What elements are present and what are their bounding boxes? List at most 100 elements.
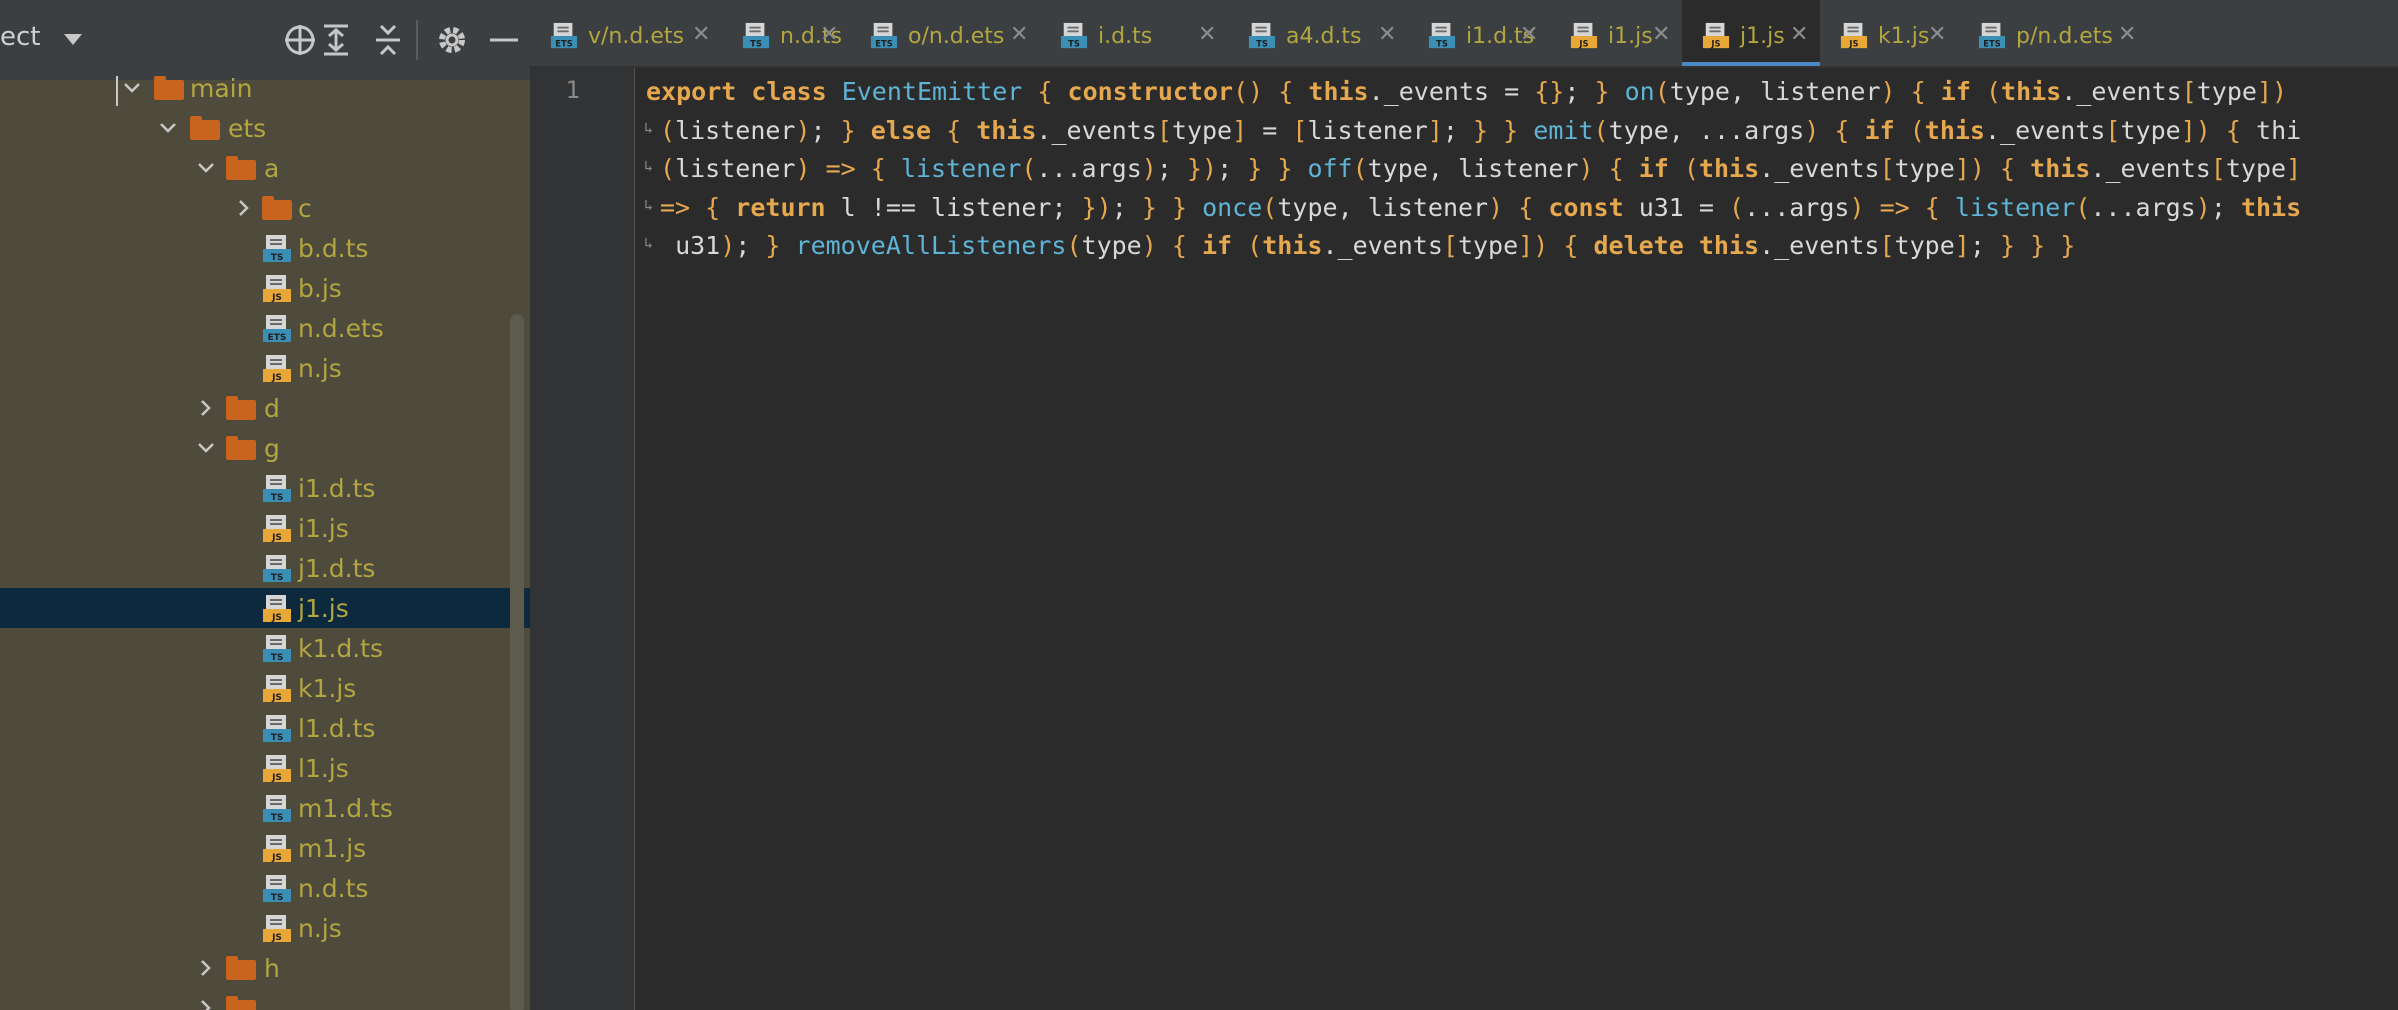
tab-i1.js[interactable]: JS i1.js ✕	[1550, 0, 1682, 66]
svg-text:TS: TS	[271, 653, 284, 663]
tree-item-label: j1.js	[298, 594, 349, 623]
tree-folder-ets[interactable]: ets	[0, 108, 530, 148]
close-icon[interactable]: ✕	[1378, 22, 1396, 47]
close-icon[interactable]: ✕	[820, 22, 838, 47]
code-line: => { return l !== listener; }); } } once…	[660, 192, 2302, 222]
tab-label: v/n.d.ets	[588, 24, 684, 49]
soft-wrap-icon: ↳	[644, 195, 654, 214]
tree-item-label: k1.d.ts	[298, 634, 383, 663]
js-file-icon: JS	[262, 914, 292, 944]
ts-file-icon: TS	[262, 554, 292, 584]
close-icon[interactable]: ✕	[1520, 22, 1538, 47]
tree-file-b.js[interactable]: JS b.js	[0, 268, 530, 308]
chevron-right-icon[interactable]	[196, 998, 216, 1010]
js-file-icon: JS	[262, 674, 292, 704]
svg-text:JS: JS	[271, 533, 282, 543]
tree-item-label: i1.js	[298, 514, 349, 543]
tree-folder-c[interactable]: c	[0, 188, 530, 228]
tree-folder-item[interactable]	[0, 988, 530, 1010]
js-file-icon: JS	[262, 354, 292, 384]
tree-file-l1.d.ts[interactable]: TS l1.d.ts	[0, 708, 530, 748]
js-file-icon: JS	[262, 594, 292, 624]
tree-item-label: ets	[228, 114, 267, 143]
collapse-all-icon[interactable]	[370, 22, 406, 58]
chevron-down-icon[interactable]	[158, 118, 178, 138]
tree-file-j1.d.ts[interactable]: TS j1.d.ts	[0, 548, 530, 588]
code-editor[interactable]: export class EventEmitter { constructor(…	[644, 72, 2398, 372]
tab-n.d.ts[interactable]: TS n.d.ts ✕	[722, 0, 850, 66]
tab-i1.d.ts[interactable]: TS i1.d.ts ✕	[1408, 0, 1550, 66]
tree-scrollbar[interactable]	[510, 314, 524, 1010]
svg-text:JS: JS	[271, 853, 282, 863]
ts-file-icon: TS	[262, 794, 292, 824]
close-icon[interactable]: ✕	[1928, 22, 1946, 47]
tab-v/n.d.ets[interactable]: ETS v/n.d.ets ✕	[530, 0, 722, 66]
header-divider	[416, 20, 418, 60]
project-view-selector[interactable]: ect	[0, 22, 41, 52]
tab-o/n.d.ets[interactable]: ETS o/n.d.ets ✕	[850, 0, 1040, 66]
tree-file-b.d.ts[interactable]: TS b.d.ts	[0, 228, 530, 268]
close-icon[interactable]: ✕	[1652, 22, 1670, 47]
tab-i.d.ts[interactable]: TS i.d.ts ✕	[1040, 0, 1228, 66]
tree-folder-d[interactable]: d	[0, 388, 530, 428]
tree-folder-g[interactable]: g	[0, 428, 530, 468]
chevron-down-icon[interactable]	[196, 438, 216, 458]
ts-file-icon: TS	[1248, 22, 1276, 50]
chevron-down-icon[interactable]	[64, 34, 82, 45]
tree-file-m1.js[interactable]: JS m1.js	[0, 828, 530, 868]
tab-k1.js[interactable]: JS k1.js ✕	[1820, 0, 1958, 66]
tree-folder-h[interactable]: h	[0, 948, 530, 988]
ets-file-icon: ETS	[870, 22, 898, 50]
tree-file-k1.js[interactable]: JS k1.js	[0, 668, 530, 708]
minimize-icon[interactable]	[486, 22, 522, 58]
tree-item-label: h	[264, 954, 280, 983]
tree-file-n.d.ets[interactable]: ETS n.d.ets	[0, 308, 530, 348]
gear-icon[interactable]	[434, 22, 470, 58]
expand-all-icon[interactable]	[318, 22, 354, 58]
svg-text:TS: TS	[271, 733, 284, 743]
tree-file-n.js[interactable]: JS n.js	[0, 348, 530, 388]
tree-item-label: m1.js	[298, 834, 367, 863]
tree-file-k1.d.ts[interactable]: TS k1.d.ts	[0, 628, 530, 668]
folder-icon	[226, 996, 256, 1010]
js-file-icon: JS	[262, 754, 292, 784]
code-line: (listener) => { listener(...args); }); }…	[660, 154, 2302, 183]
tree-file-i1.d.ts[interactable]: TS i1.d.ts	[0, 468, 530, 508]
tree-item-label: j1.d.ts	[298, 554, 376, 583]
tab-label: a4.d.ts	[1286, 24, 1362, 49]
chevron-down-icon[interactable]	[122, 78, 142, 98]
chevron-right-icon[interactable]	[234, 198, 254, 218]
svg-text:TS: TS	[271, 813, 284, 823]
close-icon[interactable]: ✕	[2118, 22, 2136, 47]
close-icon[interactable]: ✕	[692, 22, 710, 47]
chevron-down-icon[interactable]	[196, 158, 216, 178]
tree-item-label: a	[264, 154, 280, 183]
tab-label: i1.js	[1608, 24, 1653, 49]
line-gutter: 1	[530, 68, 635, 1010]
tab-a4.d.ts[interactable]: TS a4.d.ts ✕	[1228, 0, 1408, 66]
tree-file-j1.js[interactable]: JS j1.js	[0, 588, 530, 628]
tab-label: p/n.d.ets	[2016, 24, 2113, 49]
tab-j1.js[interactable]: JS j1.js ✕	[1682, 0, 1820, 66]
tree-file-i1.js[interactable]: JS i1.js	[0, 508, 530, 548]
tree-item-label: k1.js	[298, 674, 357, 703]
folder-icon	[226, 156, 256, 180]
tree-file-n.d.ts[interactable]: TS n.d.ts	[0, 868, 530, 908]
svg-text:TS: TS	[1256, 38, 1268, 48]
tree-file-l1.js[interactable]: JS l1.js	[0, 748, 530, 788]
crosshair-icon[interactable]	[282, 22, 318, 58]
tree-file-n.js[interactable]: JS n.js	[0, 908, 530, 948]
tree-file-m1.d.ts[interactable]: TS m1.d.ts	[0, 788, 530, 828]
close-icon[interactable]: ✕	[1010, 22, 1028, 47]
svg-text:TS: TS	[271, 493, 284, 503]
code-line: export class EventEmitter { constructor(…	[646, 77, 2288, 106]
editor-area: ETS v/n.d.ets ✕ TS n.d.ts ✕ ETS o/n.d.ets ✕ TS i.d…	[530, 0, 2398, 1010]
ts-file-icon: TS	[262, 474, 292, 504]
tree-folder-main[interactable]: main	[0, 68, 530, 108]
chevron-right-icon[interactable]	[196, 958, 216, 978]
tab-p/n.d.ets[interactable]: ETS p/n.d.ets ✕	[1958, 0, 2148, 66]
tree-folder-a[interactable]: a	[0, 148, 530, 188]
chevron-right-icon[interactable]	[196, 398, 216, 418]
close-icon[interactable]: ✕	[1790, 22, 1808, 47]
close-icon[interactable]: ✕	[1198, 22, 1216, 47]
